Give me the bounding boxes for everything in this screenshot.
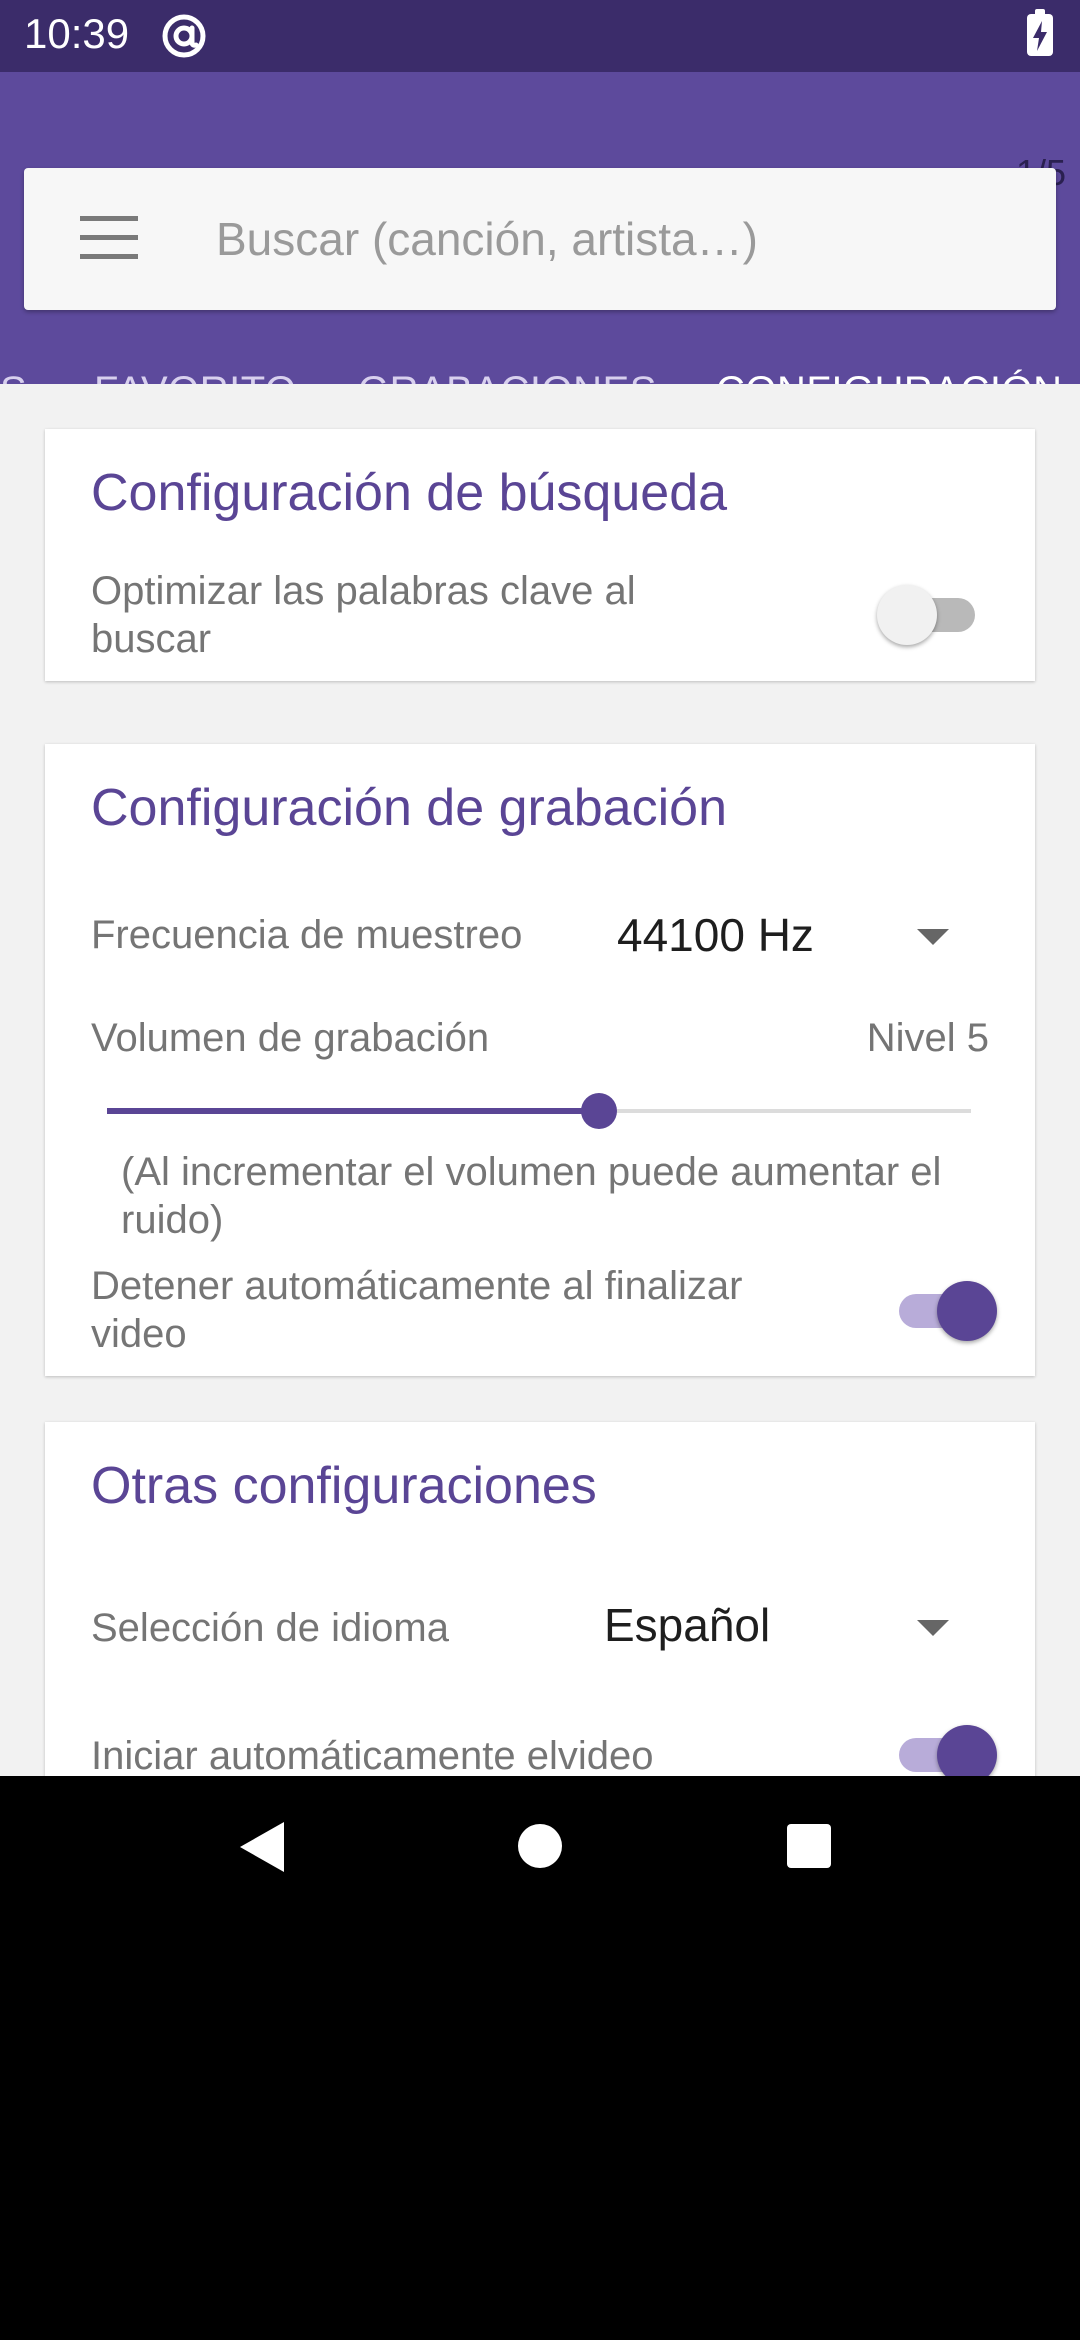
language-value: Español (604, 1599, 771, 1651)
search-bar[interactable] (24, 168, 1056, 310)
optimize-keywords-label: Optimizar las palabras clave al buscar (91, 569, 636, 661)
back-triangle-icon[interactable] (240, 1822, 284, 1872)
recents-square-icon[interactable] (787, 1824, 831, 1868)
status-bar: 10:39 (0, 0, 1080, 72)
auto-stop-label: Detener automáticamente al finalizar vid… (91, 1264, 743, 1356)
toggle-thumb (937, 1281, 997, 1341)
sample-rate-value: 44100 Hz (617, 909, 814, 961)
app-screen: 10:39 1/5 S FAVORITO GRABACIONES CONFIGU… (0, 0, 1080, 1776)
volume-note: (Al incrementar el volumen puede aumenta… (121, 1150, 942, 1242)
slider-fill (107, 1108, 599, 1114)
recording-settings-card: Configuración de grabación Frecuencia de… (45, 744, 1035, 1376)
auto-start-label: Iniciar automáticamente elvideo (91, 1734, 654, 1776)
optimize-keywords-toggle[interactable] (877, 582, 983, 645)
toggle-thumb (937, 1725, 997, 1776)
recording-volume-value: Nivel 5 (866, 1016, 989, 1060)
language-dropdown[interactable]: Español (585, 1572, 1015, 1672)
settings-content[interactable]: Configuración de búsqueda Optimizar las … (0, 384, 1080, 1776)
app-bar: 1/5 S FAVORITO GRABACIONES CONFIGURACIÓN (0, 72, 1080, 456)
slider-knob[interactable] (581, 1093, 617, 1129)
search-settings-title: Configuración de búsqueda (91, 464, 728, 522)
auto-start-toggle[interactable] (891, 1722, 997, 1776)
sample-rate-label: Frecuencia de muestreo (91, 913, 523, 957)
other-settings-card: Otras configuraciones Selección de idiom… (45, 1422, 1035, 1776)
sample-rate-dropdown[interactable]: 44100 Hz (615, 884, 1015, 984)
toggle-thumb (877, 585, 937, 645)
search-settings-card: Configuración de búsqueda Optimizar las … (45, 429, 1035, 681)
at-sign-icon (162, 14, 206, 58)
home-circle-icon[interactable] (518, 1824, 562, 1868)
hamburger-menu-icon[interactable] (80, 216, 138, 260)
auto-stop-toggle[interactable] (891, 1278, 997, 1341)
search-input[interactable] (216, 204, 1016, 274)
recording-settings-title: Configuración de grabación (91, 779, 727, 837)
chevron-down-icon (917, 1620, 949, 1636)
chevron-down-icon (917, 929, 949, 945)
other-settings-title: Otras configuraciones (91, 1457, 597, 1515)
recording-volume-slider[interactable] (107, 1091, 971, 1131)
battery-charging-icon (1027, 9, 1053, 56)
system-nav-bar (0, 1776, 1080, 1920)
language-label: Selección de idioma (91, 1606, 449, 1650)
recording-volume-label: Volumen de grabación (91, 1016, 490, 1060)
status-time: 10:39 (24, 10, 130, 57)
